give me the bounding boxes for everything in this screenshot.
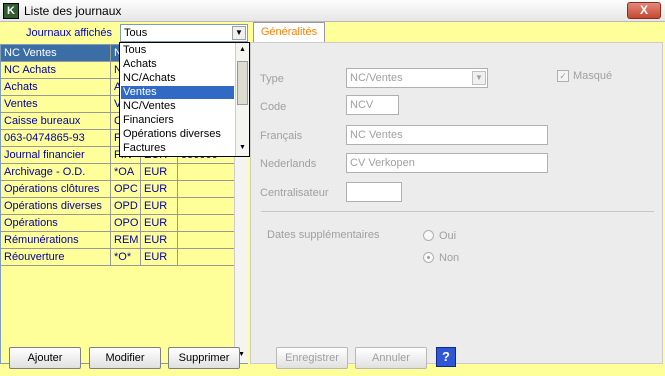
chevron-down-icon[interactable]: ▼ xyxy=(232,26,246,40)
table-row[interactable]: Opérations diverses OPD EUR xyxy=(1,198,235,215)
journal-currency-cell: EUR xyxy=(141,215,178,232)
oui-radio[interactable] xyxy=(423,230,434,241)
journal-name-cell: Journal financier xyxy=(1,147,111,164)
type-value: NC/Ventes xyxy=(350,72,403,84)
centralisateur-field[interactable] xyxy=(346,182,402,202)
masque-checkbox[interactable]: ✓ xyxy=(557,70,569,82)
divider xyxy=(261,211,654,212)
journal-name-cell: Opérations xyxy=(1,215,111,232)
dropdown-option[interactable]: Tous xyxy=(121,44,234,57)
code-label: Code xyxy=(260,101,287,113)
table-row[interactable]: Rémunérations REM EUR xyxy=(1,232,235,249)
dates-label: Dates supplémentaires xyxy=(267,229,380,241)
oui-label: Oui xyxy=(439,230,457,242)
journal-currency-cell: EUR xyxy=(141,249,178,266)
journal-extra-cell xyxy=(178,198,235,215)
delete-button[interactable]: Supprimer xyxy=(168,347,240,369)
journal-code-cell: OPC xyxy=(111,181,141,198)
help-icon[interactable]: ? xyxy=(436,347,456,367)
chevron-down-icon[interactable]: ▼ xyxy=(472,71,486,85)
journal-extra-cell xyxy=(178,164,235,181)
save-button[interactable]: Enregistrer xyxy=(276,347,348,369)
journal-currency-cell: EUR xyxy=(141,232,178,249)
dropdown-scrollbar[interactable]: ▲ ▼ xyxy=(235,43,249,156)
centralisateur-label: Centralisateur xyxy=(260,187,329,199)
journal-code-cell: OPD xyxy=(111,198,141,215)
nederlands-field[interactable]: CV Verkopen xyxy=(346,153,548,173)
dropdown-option[interactable]: Factures xyxy=(121,142,234,155)
journal-name-cell: Achats xyxy=(1,79,111,96)
table-row[interactable]: Opérations clôtures OPC EUR xyxy=(1,181,235,198)
journal-extra-cell xyxy=(178,249,235,266)
journal-extra-cell xyxy=(178,215,235,232)
type-select[interactable]: NC/Ventes ▼ xyxy=(346,68,488,88)
dropdown-option[interactable]: NC/Achats xyxy=(121,72,234,85)
dropdown-option[interactable]: Financiers xyxy=(121,114,234,127)
dropdown-option[interactable]: Ventes xyxy=(121,86,234,99)
modify-button[interactable]: Modifier xyxy=(89,347,161,369)
journal-name-cell: Caisse bureaux xyxy=(1,113,111,130)
journal-name-cell: NC Ventes xyxy=(1,45,111,62)
add-button[interactable]: Ajouter xyxy=(9,347,81,369)
scroll-up-icon[interactable]: ▲ xyxy=(236,43,249,57)
journal-name-cell: 063-0474865-93 xyxy=(1,130,111,147)
table-row[interactable]: Opérations OPO EUR xyxy=(1,215,235,232)
nederlands-label: Nederlands xyxy=(260,158,317,170)
journal-currency-cell: EUR xyxy=(141,198,178,215)
journal-extra-cell xyxy=(178,232,235,249)
journal-name-cell: Opérations diverses xyxy=(1,198,111,215)
scroll-thumb[interactable] xyxy=(237,61,248,105)
type-label: Type xyxy=(260,73,284,85)
francais-label: Français xyxy=(260,130,303,142)
close-button[interactable]: X xyxy=(627,2,661,19)
scroll-down-icon[interactable]: ▼ xyxy=(236,141,249,155)
journal-currency-cell: EUR xyxy=(141,181,178,198)
dropdown-option[interactable]: Opérations diverses xyxy=(121,128,234,141)
dropdown-option[interactable]: Achats xyxy=(121,58,234,71)
non-label: Non xyxy=(439,252,460,264)
journal-name-cell: Réouverture xyxy=(1,249,111,266)
journal-name-cell: NC Achats xyxy=(1,62,111,79)
table-row[interactable]: Réouverture *O* EUR xyxy=(1,249,235,266)
journal-code-cell: OPO xyxy=(111,215,141,232)
filter-dropdown-list: Tous Achats NC/Achats Ventes NC/Ventes Financ… xyxy=(119,42,250,157)
title-bar: K Liste des journaux X xyxy=(0,0,665,22)
francais-field[interactable]: NC Ventes xyxy=(346,125,548,145)
masque-label: Masqué xyxy=(573,70,613,82)
tab-generalites[interactable]: Généralités xyxy=(253,22,325,42)
cancel-button[interactable]: Annuler xyxy=(355,347,427,369)
journal-name-cell: Rémunérations xyxy=(1,232,111,249)
journal-name-cell: Opérations clôtures xyxy=(1,181,111,198)
dropdown-option[interactable]: NC/Ventes xyxy=(121,100,234,113)
filter-label: Journaux affichés xyxy=(26,27,113,39)
details-panel: Type NC/Ventes ▼ ✓ Masqué Code NCV Franç… xyxy=(250,42,663,364)
journal-code-cell: *OA xyxy=(111,164,141,181)
journal-code-cell: *O* xyxy=(111,249,141,266)
filter-selected-value: Tous xyxy=(124,27,148,39)
table-row[interactable]: Archivage - O.D. *OA EUR xyxy=(1,164,235,181)
journal-filter-select[interactable]: Tous ▼ xyxy=(120,24,248,42)
journal-name-cell: Archivage - O.D. xyxy=(1,164,111,181)
journal-currency-cell: EUR xyxy=(141,164,178,181)
app-icon: K xyxy=(3,3,19,19)
journal-name-cell: Ventes xyxy=(1,96,111,113)
main-window: Journaux affichés Tous ▼ NC Ventes N NC Ac… xyxy=(0,22,665,376)
code-field[interactable]: NCV xyxy=(346,95,399,115)
window-title: Liste des journaux xyxy=(24,4,122,18)
journal-code-cell: REM xyxy=(111,232,141,249)
journal-extra-cell xyxy=(178,181,235,198)
non-radio[interactable] xyxy=(423,252,434,263)
